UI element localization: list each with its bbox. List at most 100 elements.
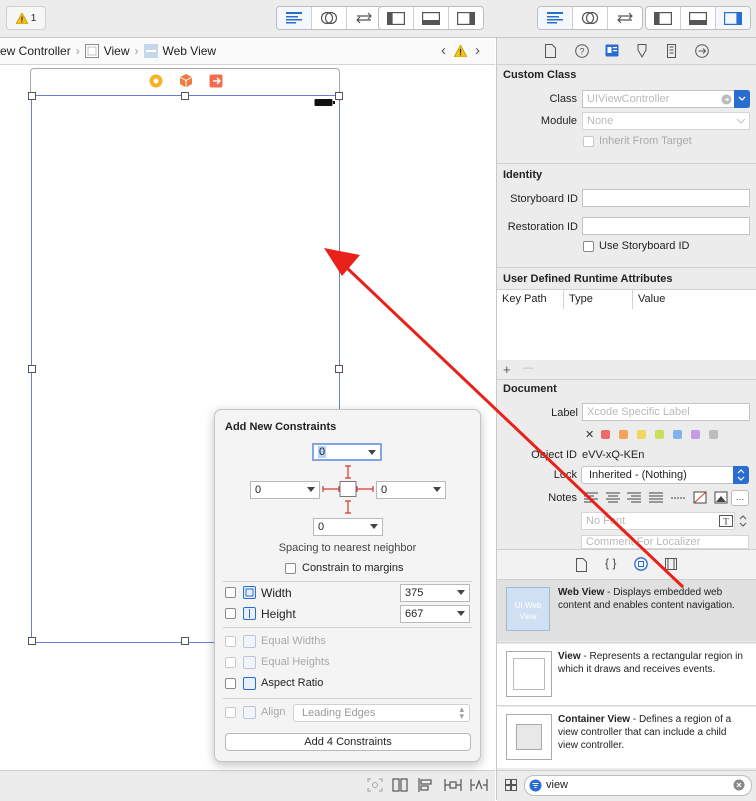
pin-icon[interactable] <box>444 778 462 792</box>
no-color-icon[interactable] <box>690 489 710 505</box>
resize-handle[interactable] <box>335 92 343 100</box>
resize-handle[interactable] <box>28 637 36 645</box>
right-pin-strut[interactable] <box>356 486 374 492</box>
font-picker-icon[interactable]: T <box>719 515 733 527</box>
image-icon[interactable] <box>711 489 731 505</box>
size-inspector-icon[interactable] <box>667 44 676 58</box>
module-field[interactable]: None <box>582 112 750 130</box>
exit-icon[interactable] <box>209 74 223 88</box>
standard-editor-button-right[interactable] <box>538 7 573 29</box>
library-item-container-view[interactable]: Container View - Defines a region of a v… <box>497 707 756 768</box>
breadcrumb-view-controller[interactable]: ew Controller <box>0 44 71 58</box>
help-inspector-icon[interactable]: ? <box>575 44 589 58</box>
utilities-toggle-button-right[interactable] <box>716 7 750 29</box>
resize-handle[interactable] <box>335 365 343 373</box>
document-label-field[interactable]: Xcode Specific Label <box>582 403 750 421</box>
color-label-swatch[interactable] <box>691 430 700 439</box>
media-library-icon[interactable] <box>665 558 677 570</box>
column-value[interactable]: Value <box>638 293 665 305</box>
justify-icon[interactable] <box>646 489 666 505</box>
align-select[interactable]: Leading Edges ▴ ▾ <box>293 704 470 722</box>
object-library-icon[interactable] <box>634 557 648 571</box>
previous-issue-button[interactable]: ‹ <box>441 42 446 59</box>
storyboard-id-field[interactable] <box>582 189 750 207</box>
version-editor-button-right[interactable] <box>608 7 642 29</box>
standard-editor-button[interactable] <box>277 7 312 29</box>
align-icon[interactable] <box>418 778 434 792</box>
font-field[interactable]: No Font T <box>581 512 735 530</box>
width-checkbox[interactable] <box>225 587 236 598</box>
clear-search-icon[interactable] <box>733 779 745 791</box>
runtime-attributes-table[interactable] <box>497 309 756 360</box>
constrain-margins-checkbox[interactable] <box>285 563 296 574</box>
next-issue-button[interactable]: › <box>475 42 480 59</box>
color-label-swatch[interactable] <box>673 430 682 439</box>
navigate-arrow-icon[interactable] <box>721 94 732 105</box>
column-key-path[interactable]: Key Path <box>502 293 547 305</box>
align-right-icon[interactable] <box>624 489 644 505</box>
connections-inspector-icon[interactable] <box>695 44 709 58</box>
bottom-pin-strut[interactable] <box>345 500 351 514</box>
align-left-icon[interactable] <box>581 489 601 505</box>
view-controller-icon[interactable] <box>149 74 163 88</box>
resize-handle[interactable] <box>28 92 36 100</box>
library-filter-field[interactable]: view <box>524 775 752 796</box>
class-dropdown-button[interactable] <box>734 90 750 108</box>
align-center-icon[interactable] <box>603 489 623 505</box>
top-pin-strut[interactable] <box>345 465 351 479</box>
breadcrumb-web-view[interactable]: Web View <box>143 44 216 58</box>
color-label-swatch[interactable] <box>709 430 718 439</box>
lock-dropdown-button[interactable] <box>733 466 749 484</box>
resolve-issues-icon[interactable] <box>470 778 488 792</box>
equal-heights-checkbox[interactable] <box>225 657 236 668</box>
file-template-icon[interactable] <box>576 558 587 572</box>
add-attribute-button[interactable]: + <box>503 362 511 377</box>
left-spacing-field[interactable]: 0 <box>250 481 320 499</box>
update-frames-icon[interactable] <box>367 778 383 792</box>
grid-view-icon[interactable] <box>505 779 517 791</box>
breadcrumb-view[interactable]: View <box>84 44 130 58</box>
color-label-swatch[interactable] <box>619 430 628 439</box>
clear-color-label-icon[interactable]: ✕ <box>585 428 594 441</box>
inherit-from-target-checkbox[interactable] <box>583 136 594 147</box>
color-label-swatch[interactable] <box>601 430 610 439</box>
class-field[interactable]: UIViewController <box>582 90 750 108</box>
height-value-field[interactable]: 667 <box>400 605 470 623</box>
resize-handle[interactable] <box>181 637 189 645</box>
stepper-icon[interactable] <box>738 513 748 529</box>
warning-indicator[interactable]: 1 <box>6 6 46 30</box>
assistant-editor-button-right[interactable] <box>573 7 608 29</box>
color-label-swatch[interactable] <box>637 430 646 439</box>
width-value-field[interactable]: 375 <box>400 584 470 602</box>
restoration-id-field[interactable] <box>582 217 750 235</box>
utilities-toggle-button[interactable] <box>449 7 483 29</box>
more-options-button[interactable]: … <box>731 490 749 506</box>
version-editor-button[interactable] <box>347 7 381 29</box>
resize-handle[interactable] <box>28 365 36 373</box>
library-item-web-view[interactable]: UI Web View Web View - Displays embedded… <box>497 580 756 641</box>
navigator-toggle-button[interactable] <box>379 7 414 29</box>
scene-dock[interactable] <box>30 68 340 95</box>
identity-inspector-icon[interactable] <box>605 44 619 57</box>
natural-alignment-icon[interactable] <box>668 489 688 505</box>
assistant-editor-button[interactable] <box>312 7 347 29</box>
lock-select[interactable]: Inherited - (Nothing) <box>581 466 749 484</box>
use-storyboard-id-checkbox[interactable] <box>583 241 594 252</box>
add-constraints-button[interactable]: Add 4 Constraints <box>225 733 471 751</box>
remove-attribute-button[interactable]: — <box>523 362 534 374</box>
resize-handle[interactable] <box>181 92 189 100</box>
file-inspector-icon[interactable] <box>545 44 556 58</box>
top-spacing-field[interactable]: 0 <box>312 443 382 461</box>
first-responder-icon[interactable] <box>179 74 193 88</box>
debug-area-toggle-button-right[interactable] <box>681 7 716 29</box>
aspect-ratio-checkbox[interactable] <box>225 678 236 689</box>
attributes-inspector-icon[interactable] <box>636 44 648 58</box>
column-type[interactable]: Type <box>569 293 593 305</box>
bottom-spacing-field[interactable]: 0 <box>313 518 383 536</box>
stack-icon[interactable] <box>392 778 408 792</box>
right-spacing-field[interactable]: 0 <box>376 481 446 499</box>
left-pin-strut[interactable] <box>322 486 340 492</box>
align-checkbox[interactable] <box>225 707 236 718</box>
comment-field[interactable]: Comment For Localizer <box>581 535 749 549</box>
height-checkbox[interactable] <box>225 608 236 619</box>
